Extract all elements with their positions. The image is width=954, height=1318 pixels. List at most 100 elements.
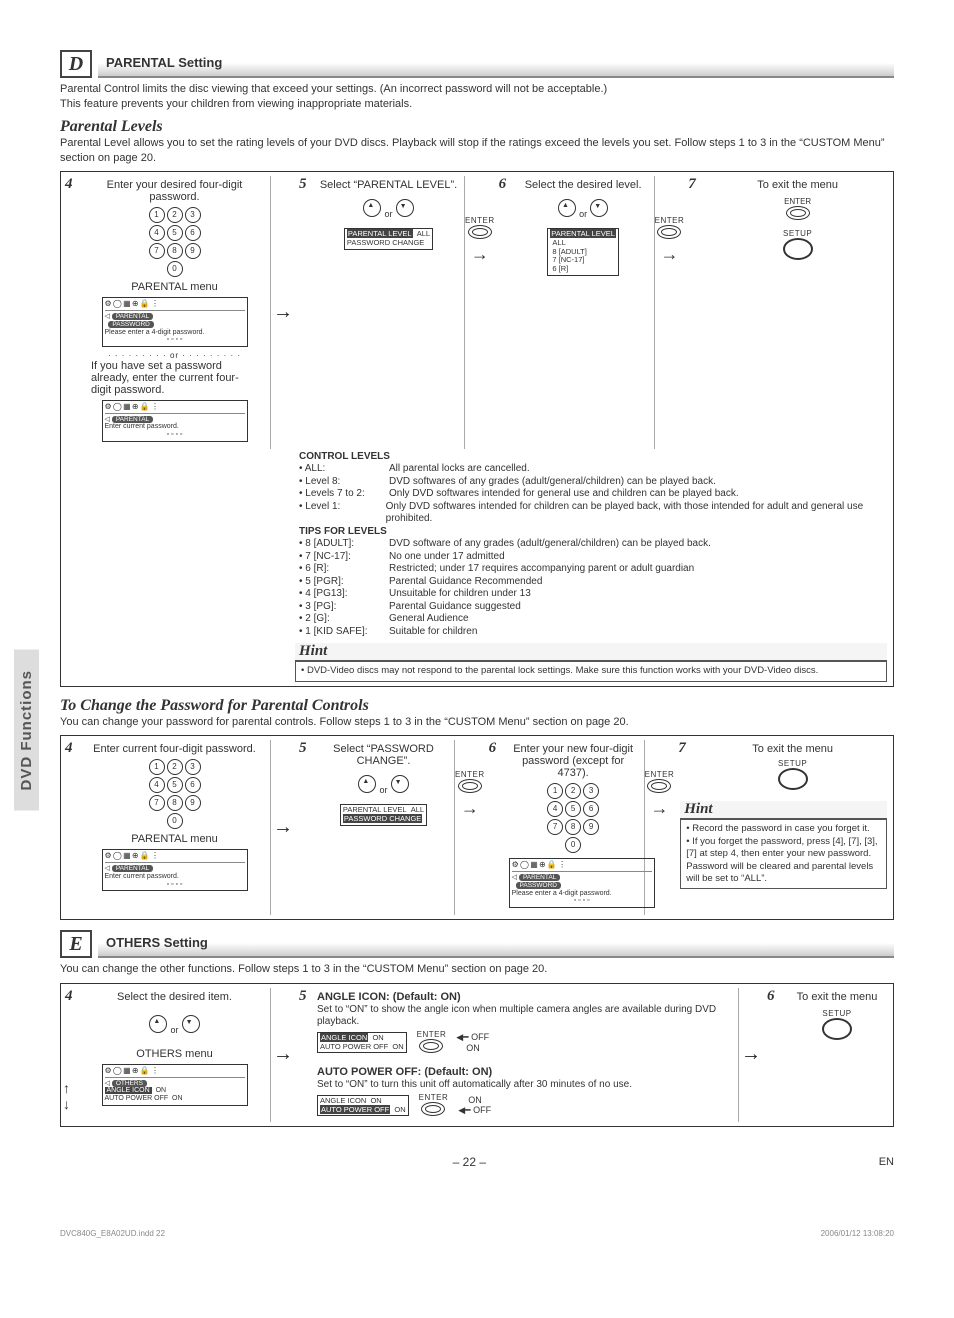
setup-label: SETUP — [708, 229, 887, 238]
hint-box: Hint • Record the password in case you f… — [680, 801, 887, 889]
change-password-steps: 4 Enter current four-digit password. 123… — [60, 735, 894, 920]
step-4: 4 Enter your desired four-digit password… — [61, 176, 271, 448]
section-letter-e: E — [60, 930, 92, 958]
mini-menu: PARENTAL LEVEL ALL PASSWORD CHANGE — [340, 804, 427, 825]
flow-arrow-icon: → — [739, 1043, 763, 1066]
section-title-d: PARENTAL Setting — [98, 50, 894, 78]
keypad: 123 456 789 0 — [509, 782, 638, 854]
step-text: Enter your new four-digit password (exce… — [509, 743, 638, 779]
intro-line2: This feature prevents your children from… — [60, 98, 412, 110]
page-lang: EN — [879, 1156, 894, 1168]
setup-button-icon — [778, 768, 808, 790]
section-title-e: OTHERS Setting — [98, 930, 894, 958]
keypad: 123 456 789 0 — [85, 758, 264, 830]
pw-step-7: 7 To exit the menu SETUP Hint • Record t… — [674, 740, 893, 915]
enter-button-icon — [468, 225, 492, 239]
enter-button-icon — [786, 206, 810, 220]
down-arrow-icon — [182, 1015, 200, 1033]
up-arrow-icon — [558, 199, 576, 217]
down-arrow-icon — [391, 775, 409, 793]
others-step-4: 4 Select the desired item. or OTHERS men… — [61, 988, 271, 1122]
others-steps: 4 Select the desired item. or OTHERS men… — [60, 983, 894, 1127]
or-text: or — [384, 209, 392, 219]
step-num: 4 — [65, 988, 73, 1005]
hint-title: Hint — [680, 801, 887, 819]
setup-label: SETUP — [698, 759, 887, 768]
print-date: 2006/01/12 13:08:20 — [821, 1229, 894, 1238]
or-text: or — [579, 209, 587, 219]
or-text: or — [170, 1025, 178, 1035]
mini-menu: PARENTAL LEVEL ALL 8 [ADULT] 7 [NC-17] 6… — [547, 228, 619, 275]
step-num: 6 — [489, 740, 497, 757]
enter-button-group: ENTER → — [465, 176, 495, 265]
intro-line1: Parental Control limits the disc viewing… — [60, 83, 607, 95]
enter-button-icon — [657, 225, 681, 239]
up-arrow-icon — [149, 1015, 167, 1033]
parental-menu-screen-2: ⚙ ◯ ▦ ⊕ 🔒 ⋮ ◁ PARENTAL Enter current pas… — [102, 400, 248, 442]
section-d-header: D PARENTAL Setting — [60, 50, 894, 78]
menu-label: OTHERS menu — [85, 1048, 264, 1060]
alt-password-text: If you have set a password already, ente… — [85, 360, 264, 396]
change-password-text: You can change your password for parenta… — [60, 715, 894, 730]
parental-levels-text: Parental Level allows you to set the rat… — [60, 136, 894, 166]
auto-power-off-block: AUTO POWER OFF: (Default: ON) Set to “ON… — [317, 1066, 732, 1119]
down-arrow-icon — [590, 199, 608, 217]
step-num: 7 — [688, 176, 696, 193]
step-text: Enter current four-digit password. — [85, 743, 264, 755]
hint-text: • DVD-Video discs may not respond to the… — [295, 661, 887, 681]
or-divider: · · · · · · · · · or · · · · · · · · · — [85, 351, 264, 360]
step-num: 5 — [299, 176, 307, 193]
enter-button-group: ENTER → — [455, 740, 485, 819]
menu-label: PARENTAL menu — [85, 833, 264, 845]
step-num: 7 — [678, 740, 686, 757]
tips-title: TIPS FOR LEVELS — [299, 526, 387, 537]
flow-arrow-icon: → — [271, 1043, 295, 1066]
parental-levels-steps: 4 Enter your desired four-digit password… — [60, 171, 894, 686]
enter-button-group: ENTER → — [655, 176, 685, 265]
menu-label: PARENTAL menu — [85, 281, 264, 293]
parental-menu-screen-1: ⚙ ◯ ▦ ⊕ 🔒 ⋮ ◁ PARENTAL PASSWORD Please e… — [102, 297, 248, 347]
step-text: Select the desired level. — [519, 179, 648, 191]
step-num: 6 — [767, 988, 775, 1005]
print-file: DVC840G_E8A02UD.indd 22 — [60, 1229, 165, 1238]
hint-text: • Record the password in case you forget… — [680, 819, 887, 889]
parental-levels-heading: Parental Levels — [60, 118, 894, 136]
mini-menu: PARENTAL LEVEL ALL PASSWORD CHANGE — [344, 228, 433, 249]
hint-box: Hint • DVD-Video discs may not respond t… — [295, 643, 887, 681]
page-number: – 22 – — [60, 1155, 879, 1169]
pw-step-5: 5 Select “PASSWORD CHANGE”. or PARENTAL … — [295, 740, 455, 915]
pw-step-6: 6 Enter your new four-digit password (ex… — [485, 740, 645, 915]
step-text: Select the desired item. — [85, 991, 264, 1003]
section-d-intro: Parental Control limits the disc viewing… — [60, 82, 894, 112]
step-text: Select “PARENTAL LEVEL”. — [319, 179, 458, 191]
side-tab: DVD Functions — [14, 650, 39, 811]
pw-step-4: 4 Enter current four-digit password. 123… — [61, 740, 271, 915]
enter-button-group: ENTER → — [645, 740, 675, 819]
flow-arrow-icon: → — [271, 301, 295, 324]
section-e-intro: You can change the other functions. Foll… — [60, 962, 894, 977]
step-num: 5 — [299, 740, 307, 757]
step-num: 4 — [65, 740, 73, 757]
mini-menu: ANGLE ICON ON AUTO POWER OFF ON — [317, 1095, 409, 1116]
setup-button-icon — [822, 1018, 852, 1040]
or-text: or — [379, 785, 387, 795]
section-letter-d: D — [60, 50, 92, 78]
option-arrows: ON ◀━ OFF — [458, 1095, 491, 1116]
enter-button-icon — [421, 1102, 445, 1116]
option-arrows: ◀━ OFF ON — [456, 1032, 489, 1053]
step-text: Select “PASSWORD CHANGE”. — [319, 743, 448, 767]
step-6: 6 Select the desired level. or PARENTAL … — [495, 176, 655, 448]
updown-arrows-icon: ↑↓ — [63, 1080, 70, 1112]
print-line: DVC840G_E8A02UD.indd 22 2006/01/12 13:08… — [60, 1229, 894, 1238]
step-text: Enter your desired four-digit password. — [85, 179, 264, 203]
angle-icon-block: ANGLE ICON: (Default: ON) Set to “ON” to… — [317, 991, 732, 1056]
others-step-5: 5 ANGLE ICON: (Default: ON) Set to “ON” … — [295, 988, 739, 1122]
hint-title: Hint — [295, 643, 887, 661]
step-num: 5 — [299, 988, 307, 1005]
change-password-heading: To Change the Password for Parental Cont… — [60, 697, 894, 715]
step-num: 4 — [65, 176, 73, 193]
parental-screen: ⚙ ◯ ▦ ⊕ 🔒 ⋮ ◁ PARENTAL Enter current pas… — [102, 849, 248, 891]
up-arrow-icon — [363, 199, 381, 217]
step-text: To exit the menu — [787, 991, 887, 1003]
page-footer: – 22 – EN — [60, 1155, 894, 1169]
